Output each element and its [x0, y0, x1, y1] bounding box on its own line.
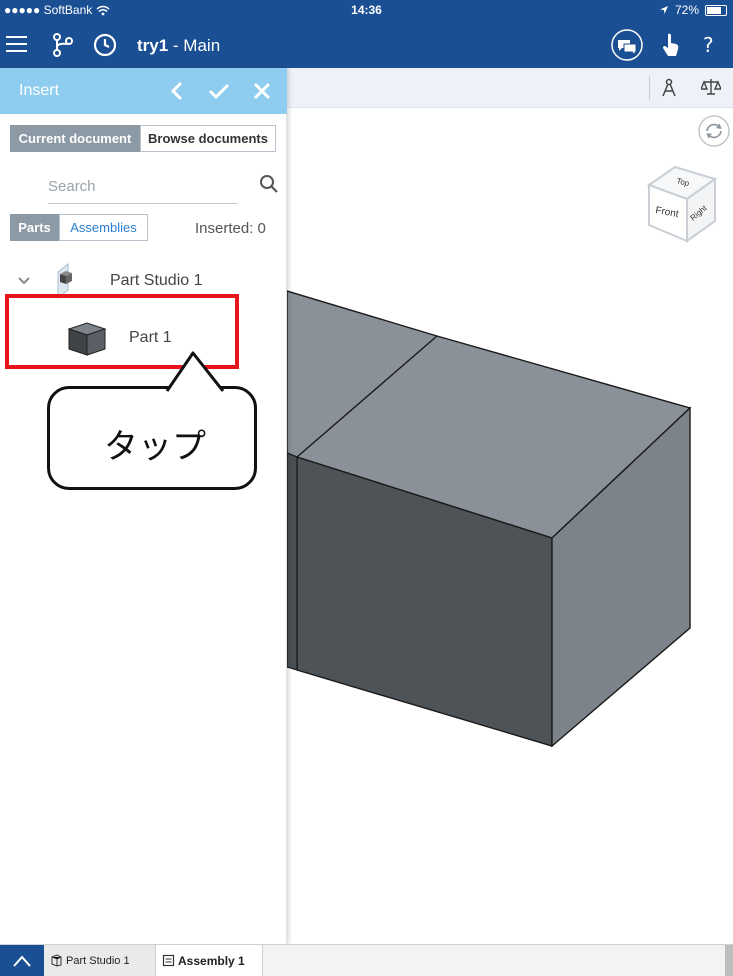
title-separator: - [168, 36, 184, 55]
branch-name: Main [183, 36, 221, 55]
branch-icon[interactable] [52, 33, 74, 57]
tab-assembly-1-label: Assembly 1 [178, 954, 245, 968]
insert-panel: Insert Current document Browse documents… [0, 68, 287, 944]
view-cube[interactable]: Top Front Right [643, 163, 723, 243]
comments-icon[interactable] [610, 28, 644, 62]
battery-icon [705, 4, 727, 16]
inserted-count: Inserted: 0 [195, 220, 266, 237]
graphics-canvas[interactable]: Top Front Right [286, 108, 733, 944]
svg-text:?: ? [703, 33, 714, 57]
document-title: try1 - Main [137, 36, 220, 56]
tab-parts[interactable]: Parts [10, 214, 59, 241]
status-bar: ●●●●● SoftBank 14:36 72% [0, 0, 733, 22]
view-rotate-icon[interactable] [697, 114, 731, 148]
graphics-toolbar [287, 68, 733, 108]
chevron-down-icon[interactable] [17, 276, 31, 286]
search-placeholder: Search [48, 178, 96, 195]
measure-icon[interactable] [661, 78, 677, 98]
toolbar-divider [649, 76, 650, 100]
search-input[interactable]: Search [48, 172, 238, 204]
search-icon[interactable] [259, 174, 279, 194]
tab-browse-documents[interactable]: Browse documents [140, 125, 276, 152]
tab-current-document[interactable]: Current document [10, 125, 140, 152]
location-icon [659, 6, 668, 14]
back-icon[interactable] [169, 79, 185, 103]
part-left-face [286, 452, 298, 671]
history-icon[interactable] [93, 33, 117, 57]
battery-percent: 72% [674, 3, 699, 17]
tab-assemblies[interactable]: Assemblies [59, 214, 148, 241]
chevron-up-icon [13, 955, 31, 967]
mass-properties-icon[interactable] [701, 78, 721, 96]
part-studio-tab-icon [51, 954, 62, 967]
close-icon[interactable] [252, 79, 272, 103]
tab-assembly-1[interactable]: Assembly 1 [156, 945, 263, 976]
touch-icon[interactable] [661, 32, 681, 58]
tree-part-studio[interactable]: Part Studio 1 [110, 272, 203, 290]
tap-callout-text: タップ [104, 428, 206, 466]
app-header: try1 - Main ? [0, 22, 733, 68]
tap-callout: タップ [47, 386, 257, 490]
status-time: 14:36 [351, 3, 382, 17]
document-name: try1 [137, 36, 169, 55]
insert-panel-header: Insert [0, 68, 287, 114]
assembly-tab-icon [162, 954, 175, 967]
tab-part-studio-1[interactable]: Part Studio 1 [44, 945, 156, 976]
help-icon[interactable]: ? [702, 33, 718, 57]
insert-panel-title: Insert [19, 82, 60, 99]
tab-part-studio-1-label: Part Studio 1 [66, 955, 130, 967]
tab-bar-scroll-handle[interactable] [725, 945, 733, 976]
bottom-tab-bar: Part Studio 1 Assembly 1 [0, 944, 733, 976]
callout-tail [165, 351, 225, 392]
menu-icon[interactable] [6, 35, 28, 53]
tab-list-toggle[interactable] [0, 945, 44, 976]
check-icon[interactable] [208, 79, 230, 103]
